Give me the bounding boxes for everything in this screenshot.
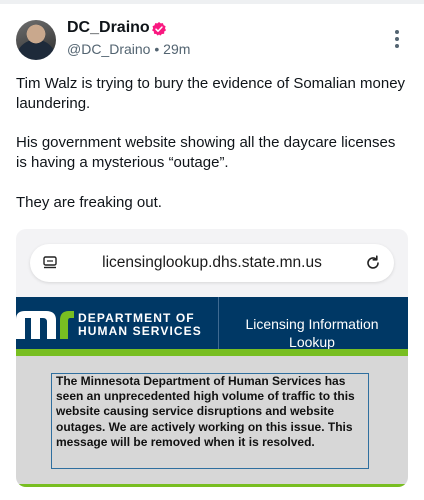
post-time[interactable]: 29m: [163, 41, 190, 57]
mn-logo: [16, 311, 74, 339]
verified-badge-icon: [152, 22, 167, 36]
post-meta: @DC_Draino • 29m: [67, 41, 190, 57]
bottom-accent-bar: [16, 484, 408, 487]
attached-screenshot[interactable]: licensinglookup.dhs.state.mn.us DEPARTME…: [16, 229, 408, 487]
author-handle[interactable]: @DC_Draino: [67, 41, 150, 57]
top-border: [0, 0, 424, 4]
avatar[interactable]: [16, 20, 56, 60]
site-title: Licensing Information Lookup: [245, 316, 379, 350]
outage-notice: The Minnesota Department of Human Servic…: [51, 373, 369, 469]
url-text: licensinglookup.dhs.state.mn.us: [102, 254, 322, 271]
post-paragraph: His government website showing all the d…: [16, 134, 396, 171]
browser-url-bar: licensinglookup.dhs.state.mn.us: [30, 244, 394, 282]
reload-icon: [367, 255, 379, 269]
banner-divider: [218, 297, 219, 349]
department-line-2: HUMAN SERVICES: [78, 324, 202, 338]
dhs-banner: DEPARTMENT OF HUMAN SERVICES Licensing I…: [16, 297, 408, 350]
notice-area: The Minnesota Department of Human Servic…: [16, 356, 408, 484]
post-paragraph: They are freaking out.: [16, 194, 162, 211]
accent-bar: [16, 349, 408, 356]
more-options-icon[interactable]: [388, 30, 406, 50]
department-name: DEPARTMENT OF HUMAN SERVICES: [78, 312, 202, 338]
post-paragraph: Tim Walz is trying to bury the evidence …: [16, 75, 406, 112]
meta-separator: •: [154, 41, 160, 57]
author-name[interactable]: DC_Draino: [67, 19, 150, 37]
